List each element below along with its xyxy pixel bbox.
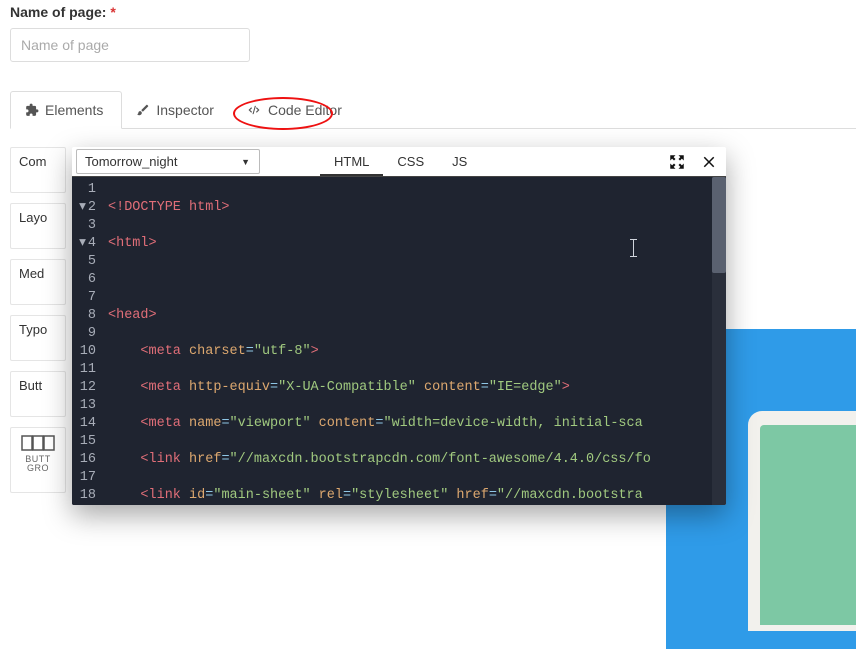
tab-label: Elements	[45, 102, 103, 118]
text-cursor	[630, 239, 638, 257]
tab-label: Inspector	[156, 102, 214, 118]
editor-tab-js[interactable]: JS	[438, 147, 481, 176]
device-frame	[748, 411, 856, 631]
tab-elements[interactable]: Elements	[10, 91, 122, 129]
scroll-thumb[interactable]	[712, 177, 726, 273]
code-icon	[246, 103, 262, 117]
expand-icon[interactable]	[668, 153, 686, 171]
side-group[interactable]: BUTT GRO	[10, 427, 66, 493]
page-name-input[interactable]	[10, 28, 250, 62]
line-gutter: 1 ▾2 3 ▾4 5 6 7 8 9 10 11 12 13 14 15 16	[72, 177, 102, 505]
editor-tab-css[interactable]: CSS	[383, 147, 438, 176]
side-item[interactable]: Layo	[10, 203, 66, 249]
editor-body[interactable]: 1 ▾2 3 ▾4 5 6 7 8 9 10 11 12 13 14 15 16	[72, 177, 726, 505]
side-item[interactable]: Typo	[10, 315, 66, 361]
theme-select[interactable]: Tomorrow_night	[76, 149, 260, 174]
puzzle-icon	[25, 103, 39, 117]
editor-scrollbar[interactable]	[712, 177, 726, 505]
editor-tab-html[interactable]: HTML	[320, 147, 383, 176]
code-editor-panel: Tomorrow_night HTML CSS JS 1 ▾2 3	[72, 147, 726, 505]
tab-inspector[interactable]: Inspector	[122, 91, 232, 129]
close-icon[interactable]	[700, 153, 718, 171]
main-tabs: Elements Inspector Code Editor	[10, 90, 856, 129]
tab-label: Code Editor	[268, 102, 342, 118]
brush-icon	[136, 103, 150, 117]
tab-code-editor[interactable]: Code Editor	[232, 91, 360, 129]
field-label: Name of page: *	[10, 4, 856, 20]
editor-header: Tomorrow_night HTML CSS JS	[72, 147, 726, 177]
required-asterisk: *	[110, 4, 115, 20]
side-item[interactable]: Med	[10, 259, 66, 305]
side-item[interactable]: Butt	[10, 371, 66, 417]
side-item[interactable]: Com	[10, 147, 66, 193]
elements-side-panel: Com Layo Med Typo Butt BUTT GRO	[10, 147, 68, 493]
side-group-label: GRO	[15, 464, 61, 473]
button-group-icon	[21, 434, 55, 452]
code-area[interactable]: <!DOCTYPE html> <html> <head> <meta char…	[102, 177, 726, 505]
device-screen	[760, 425, 856, 625]
